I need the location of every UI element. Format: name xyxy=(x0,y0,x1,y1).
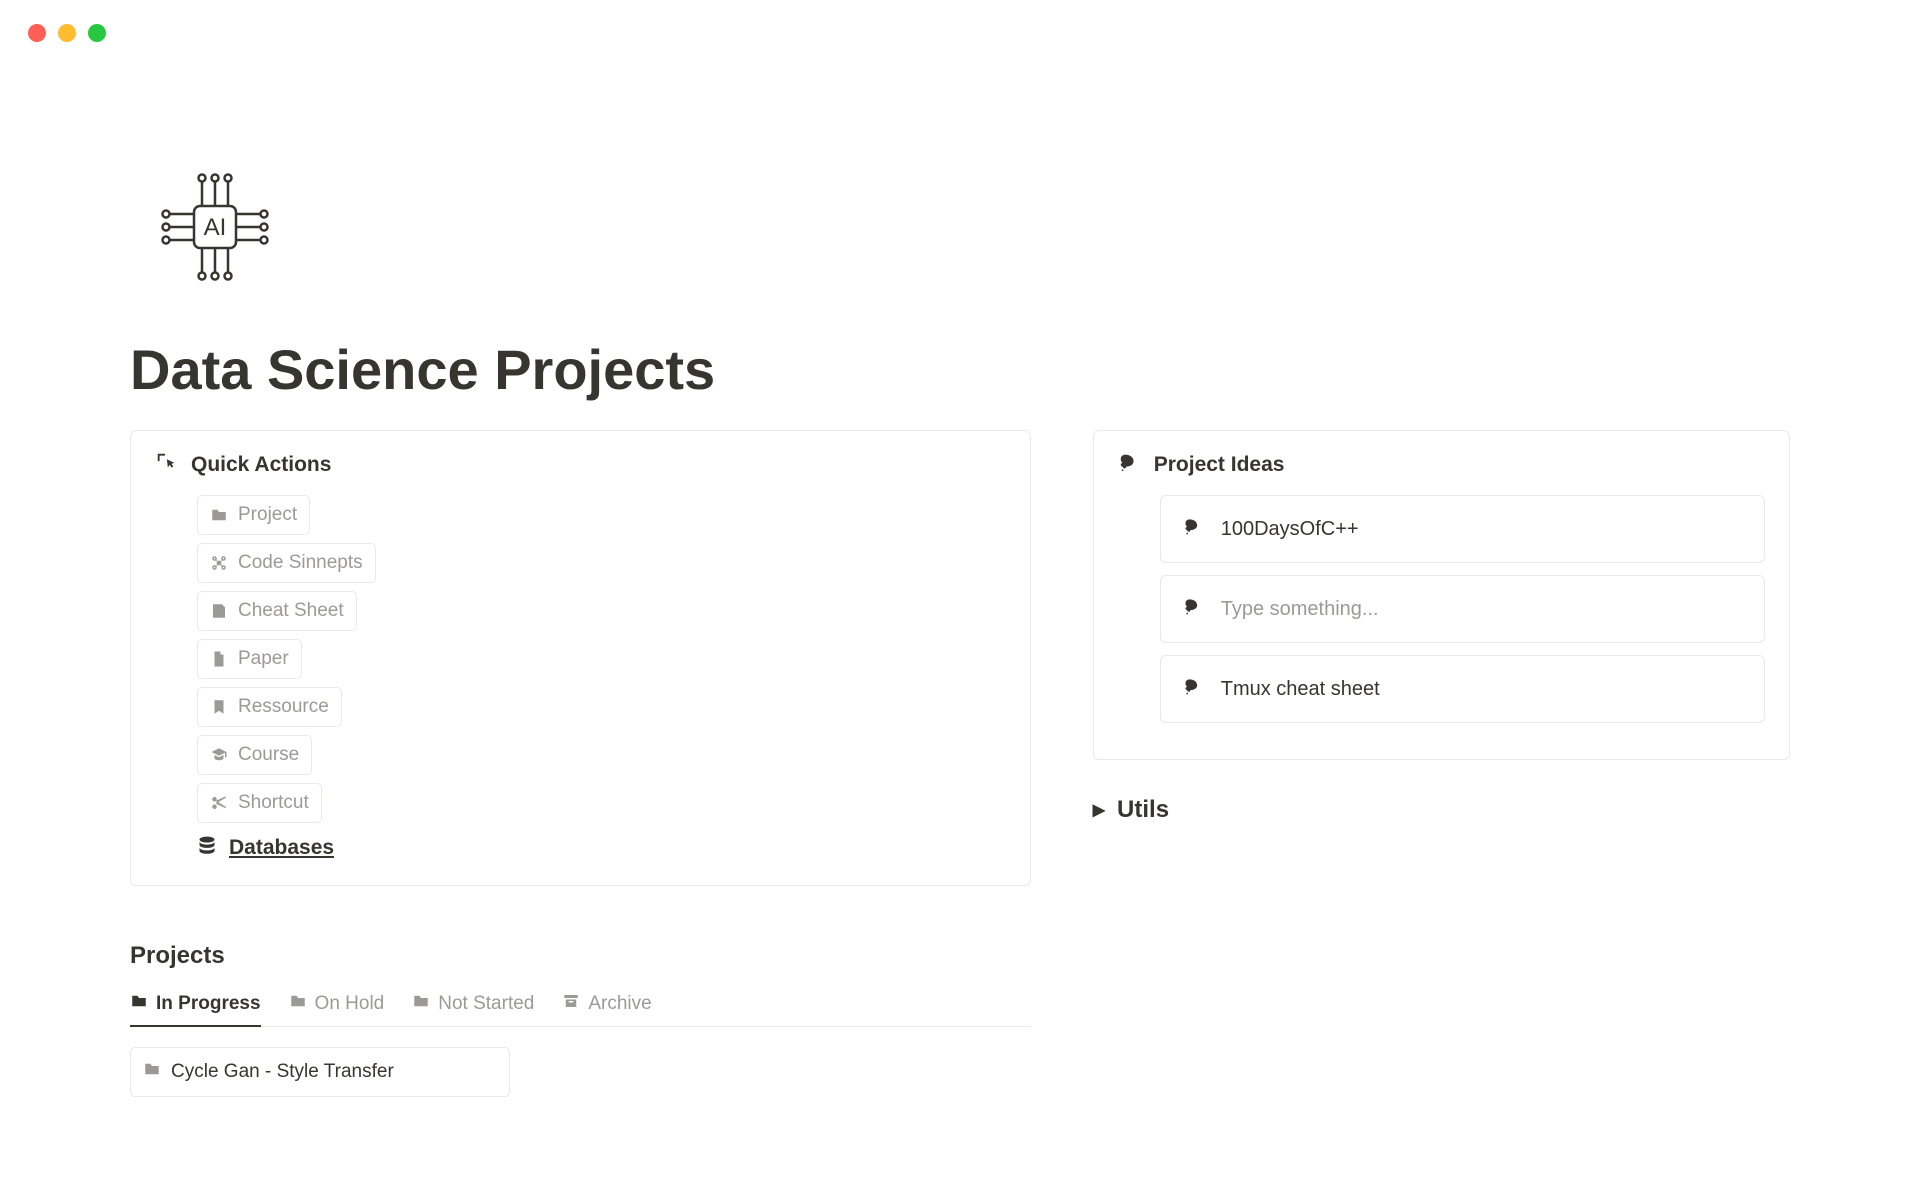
thought-bubble-icon xyxy=(1183,596,1203,622)
window-controls xyxy=(0,0,1920,42)
quick-action-label: Ressource xyxy=(238,696,329,718)
quick-action-label: Shortcut xyxy=(238,792,309,814)
databases-link[interactable]: Databases xyxy=(197,835,334,861)
tab-archive[interactable]: Archive xyxy=(562,992,651,1026)
database-icon xyxy=(197,835,217,861)
tab-on-hold[interactable]: On Hold xyxy=(289,992,385,1026)
quick-action-label: Project xyxy=(238,504,297,526)
bookmark-icon xyxy=(210,698,228,716)
quick-action-code-snippets[interactable]: Code Sinnepts xyxy=(197,543,376,583)
thought-bubble-icon xyxy=(1118,451,1140,479)
project-ideas-card: Project Ideas 100DaysOfC++ Type somethin… xyxy=(1093,430,1790,760)
tab-label: In Progress xyxy=(156,993,261,1015)
tab-not-started[interactable]: Not Started xyxy=(412,992,534,1026)
tab-label: Archive xyxy=(588,993,651,1015)
folder-icon xyxy=(210,506,228,524)
archive-icon xyxy=(562,992,580,1016)
ai-chip-icon: AI xyxy=(150,162,1790,297)
folder-icon xyxy=(289,992,307,1016)
thought-bubble-icon xyxy=(1183,676,1203,702)
quick-actions-header: Quick Actions xyxy=(155,451,1006,479)
project-idea-item[interactable]: 100DaysOfC++ xyxy=(1160,495,1765,563)
quick-action-course[interactable]: Course xyxy=(197,735,312,775)
project-idea-placeholder: Type something... xyxy=(1221,598,1379,621)
scissors-icon xyxy=(210,794,228,812)
thought-bubble-icon xyxy=(1183,516,1203,542)
tab-label: On Hold xyxy=(315,993,385,1015)
project-idea-item-empty[interactable]: Type something... xyxy=(1160,575,1765,643)
quick-action-resource[interactable]: Ressource xyxy=(197,687,342,727)
project-idea-label: 100DaysOfC++ xyxy=(1221,518,1359,541)
triangle-right-icon: ▶ xyxy=(1093,800,1105,820)
projects-tabs: In Progress On Hold Not Started xyxy=(130,992,1031,1027)
folder-icon xyxy=(130,992,148,1016)
project-idea-label: Tmux cheat sheet xyxy=(1221,678,1380,701)
quick-action-paper[interactable]: Paper xyxy=(197,639,302,679)
quick-action-label: Cheat Sheet xyxy=(238,600,344,622)
folder-icon xyxy=(412,992,430,1016)
graduation-cap-icon xyxy=(210,746,228,764)
command-icon xyxy=(210,554,228,572)
quick-actions-title: Quick Actions xyxy=(191,453,331,477)
project-idea-item[interactable]: Tmux cheat sheet xyxy=(1160,655,1765,723)
cursor-click-icon xyxy=(155,451,177,479)
document-icon xyxy=(210,650,228,668)
utils-title: Utils xyxy=(1117,796,1169,824)
note-icon xyxy=(210,602,228,620)
window-close-button[interactable] xyxy=(28,24,46,42)
quick-action-shortcut[interactable]: Shortcut xyxy=(197,783,322,823)
tab-label: Not Started xyxy=(438,993,534,1015)
project-ideas-title: Project Ideas xyxy=(1154,453,1285,477)
project-label: Cycle Gan - Style Transfer xyxy=(171,1061,394,1083)
window-minimize-button[interactable] xyxy=(58,24,76,42)
window-maximize-button[interactable] xyxy=(88,24,106,42)
project-ideas-header: Project Ideas xyxy=(1118,451,1765,479)
svg-text:AI: AI xyxy=(204,214,227,241)
folder-icon xyxy=(143,1060,161,1084)
quick-action-label: Paper xyxy=(238,648,289,670)
databases-label: Databases xyxy=(229,836,334,860)
quick-action-project[interactable]: Project xyxy=(197,495,310,535)
quick-action-label: Code Sinnepts xyxy=(238,552,363,574)
tab-in-progress[interactable]: In Progress xyxy=(130,992,261,1026)
quick-action-cheat-sheet[interactable]: Cheat Sheet xyxy=(197,591,357,631)
quick-action-label: Course xyxy=(238,744,299,766)
projects-title: Projects xyxy=(130,942,1031,970)
utils-toggle[interactable]: ▶ Utils xyxy=(1093,796,1790,824)
page-title: Data Science Projects xyxy=(130,337,1790,402)
quick-actions-card: Quick Actions Project Code Sinnepts xyxy=(130,430,1031,886)
project-row[interactable]: Cycle Gan - Style Transfer xyxy=(130,1047,510,1097)
